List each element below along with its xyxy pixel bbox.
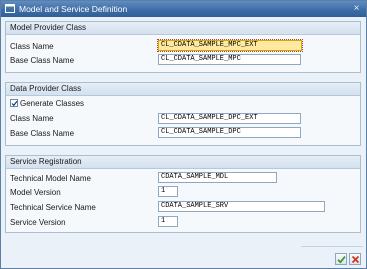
model-version-field[interactable]: 1 bbox=[158, 186, 178, 197]
model-provider-header: Model Provider Class bbox=[6, 22, 360, 35]
dpc-class-name-label: Class Name bbox=[10, 114, 54, 123]
service-registration-group: Service Registration Technical Model Nam… bbox=[5, 155, 361, 233]
dpc-base-class-label: Base Class Name bbox=[10, 129, 75, 138]
close-button[interactable]: × bbox=[351, 3, 362, 14]
dialog-window: Model and Service Definition × Model Pro… bbox=[0, 0, 367, 269]
window-title: Model and Service Definition bbox=[19, 4, 128, 14]
red-x-icon bbox=[351, 255, 360, 264]
mpc-class-name-field[interactable]: CL_CDATA_SAMPLE_MPC_EXT bbox=[157, 39, 303, 52]
data-provider-header: Data Provider Class bbox=[6, 83, 360, 96]
technical-model-label: Technical Model Name bbox=[10, 174, 91, 183]
continue-button[interactable] bbox=[335, 253, 347, 265]
dpc-base-class-field[interactable]: CL_CDATA_SAMPLE_DPC bbox=[158, 127, 301, 138]
model-version-label: Model Version bbox=[10, 188, 61, 197]
mpc-class-name-label: Class Name bbox=[10, 42, 54, 51]
technical-service-field[interactable]: CDATA_SAMPLE_SRV bbox=[158, 201, 325, 212]
model-provider-group: Model Provider Class Class Name CL_CDATA… bbox=[5, 21, 361, 73]
cancel-button[interactable] bbox=[349, 253, 361, 265]
technical-model-field[interactable]: CDATA_SAMPLE_MDL bbox=[158, 172, 277, 183]
footer-divider bbox=[301, 246, 363, 247]
generate-classes-label[interactable]: Generate Classes bbox=[20, 99, 84, 108]
service-version-field[interactable]: 1 bbox=[158, 216, 178, 227]
mpc-base-class-label: Base Class Name bbox=[10, 56, 75, 65]
service-registration-header: Service Registration bbox=[6, 156, 360, 169]
checkmark-icon bbox=[11, 100, 18, 107]
dpc-class-name-field[interactable]: CL_CDATA_SAMPLE_DPC_EXT bbox=[158, 113, 301, 124]
service-version-label: Service Version bbox=[10, 218, 66, 227]
technical-service-label: Technical Service Name bbox=[10, 203, 96, 212]
green-checkmark-icon bbox=[337, 256, 346, 264]
generate-classes-checkbox[interactable] bbox=[10, 99, 18, 107]
data-provider-group: Data Provider Class Generate Classes Cla… bbox=[5, 82, 361, 146]
window-icon bbox=[5, 4, 15, 13]
title-bar[interactable]: Model and Service Definition × bbox=[1, 1, 366, 17]
mpc-base-class-field[interactable]: CL_CDATA_SAMPLE_MPC bbox=[158, 54, 301, 65]
